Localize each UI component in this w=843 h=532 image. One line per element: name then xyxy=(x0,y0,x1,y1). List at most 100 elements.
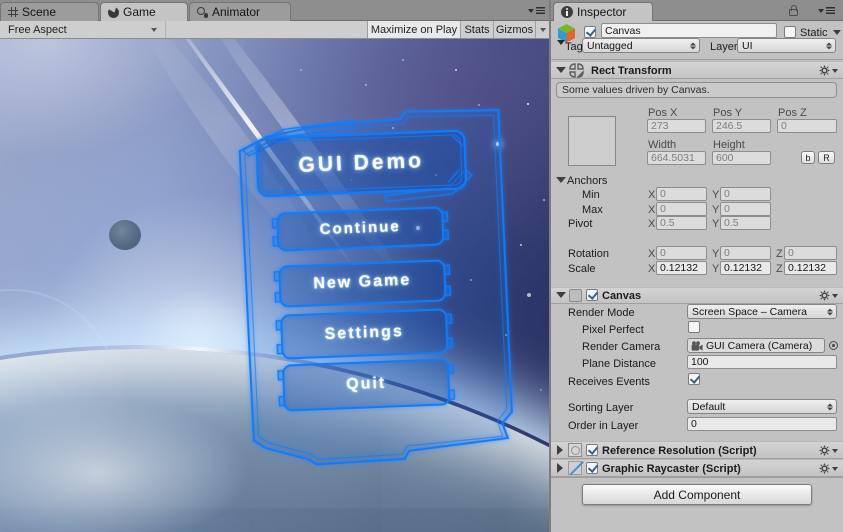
rotation-z-field[interactable]: 0 xyxy=(784,246,837,260)
game-toolbar: Free Aspect Maximize on Play Stats Gizmo… xyxy=(0,21,549,39)
receives-events-checkbox[interactable] xyxy=(688,373,700,385)
add-component-label: Add Component xyxy=(653,487,741,502)
reference-resolution-icon xyxy=(568,443,582,457)
sorting-layer-label: Sorting Layer xyxy=(568,402,634,414)
object-picker-icon[interactable] xyxy=(829,341,838,350)
anchor-preset-box[interactable] xyxy=(568,116,616,166)
order-in-layer-field[interactable]: 0 xyxy=(687,417,837,431)
animator-icon xyxy=(197,6,208,18)
foldout-icon[interactable] xyxy=(556,67,566,73)
stats-label: Stats xyxy=(464,23,490,36)
graphic-raycaster-title: Graphic Raycaster (Script) xyxy=(602,463,741,475)
tab-animator-label: Animator xyxy=(212,5,261,19)
game-tabbar-menu-icon[interactable] xyxy=(528,7,545,14)
plane-distance-label: Plane Distance xyxy=(582,358,656,370)
gear-icon[interactable] xyxy=(819,65,838,76)
raw-edit-mode-button[interactable]: R xyxy=(818,151,835,164)
pivot-x-field[interactable]: 0.5 xyxy=(656,216,707,230)
static-dropdown-arrow[interactable] xyxy=(833,30,841,35)
pos-x-field[interactable]: 273 xyxy=(647,119,706,133)
rotation-y-field[interactable]: 0 xyxy=(720,246,771,260)
layer-dropdown[interactable]: UI xyxy=(737,38,836,53)
anchor-petals-icon xyxy=(569,63,584,78)
tag-dropdown[interactable]: Untagged xyxy=(582,38,700,53)
tag-label: Tag xyxy=(565,41,583,53)
blueprint-mode-button[interactable]: b xyxy=(801,151,815,164)
sorting-layer-dropdown[interactable]: Default xyxy=(687,399,837,414)
plane-distance-field[interactable]: 100 xyxy=(687,355,837,369)
canvas-enabled-checkbox[interactable] xyxy=(586,289,598,301)
pos-z-field[interactable]: 0 xyxy=(777,119,837,133)
gizmos-label: Gizmos xyxy=(495,23,534,36)
rotation-x-field[interactable]: 0 xyxy=(656,246,707,260)
tab-inspector[interactable]: Inspector xyxy=(553,2,653,21)
lock-icon[interactable] xyxy=(789,5,798,16)
gear-icon[interactable] xyxy=(819,290,838,301)
render-mode-label: Render Mode xyxy=(568,307,635,319)
tab-game[interactable]: Game xyxy=(100,2,188,21)
camera-icon xyxy=(691,340,703,351)
foldout-icon[interactable] xyxy=(557,463,563,473)
height-field[interactable]: 600 xyxy=(712,151,771,165)
width-field[interactable]: 664.5031 xyxy=(647,151,706,165)
icon-picker-arrow xyxy=(557,40,565,45)
axis-y-label: Y xyxy=(712,189,720,201)
render-camera-label: Render Camera xyxy=(582,341,661,353)
render-camera-object-field[interactable]: GUI Camera (Camera) xyxy=(687,338,825,353)
inspector-tabbar: Inspector xyxy=(551,0,843,21)
dropdown-arrows-icon xyxy=(826,42,832,49)
gear-icon[interactable] xyxy=(819,463,838,474)
order-in-layer-label: Order in Layer xyxy=(568,420,639,432)
render-mode-dropdown[interactable]: Screen Space – Camera xyxy=(687,304,837,319)
foldout-icon[interactable] xyxy=(556,177,566,183)
gameobject-name-field[interactable]: Canvas xyxy=(601,23,777,38)
sorting-layer-value: Default xyxy=(692,400,726,413)
maximize-on-play-button[interactable]: Maximize on Play xyxy=(367,21,460,38)
foldout-icon[interactable] xyxy=(557,445,563,455)
aspect-dropdown[interactable]: Free Aspect xyxy=(0,21,166,38)
min-label: Min xyxy=(582,189,600,201)
inspector-panel: Inspector Canvas Static Tag Untagged Lay… xyxy=(551,0,843,532)
reference-resolution-checkbox[interactable] xyxy=(586,444,598,456)
axis-y-label: Y xyxy=(712,263,720,275)
aspect-dropdown-label: Free Aspect xyxy=(8,23,67,36)
reference-resolution-title: Reference Resolution (Script) xyxy=(602,445,757,457)
scale-z-field[interactable]: 0.12132 xyxy=(784,261,837,275)
tab-scene[interactable]: Scene xyxy=(0,2,99,21)
max-y-field[interactable]: 0 xyxy=(720,202,771,216)
pixel-perfect-checkbox[interactable] xyxy=(688,321,700,333)
foldout-icon[interactable] xyxy=(556,292,566,298)
chevron-down-icon xyxy=(151,27,157,32)
axis-z-label: Z xyxy=(776,263,783,275)
add-component-button[interactable]: Add Component xyxy=(582,484,812,505)
game-view-panel: Scene Game Animator Free Aspect Maximize… xyxy=(0,0,549,532)
pivot-y-field[interactable]: 0.5 xyxy=(720,216,771,230)
tab-game-label: Game xyxy=(123,5,156,19)
min-y-field[interactable]: 0 xyxy=(720,187,771,201)
axis-y-label: Y xyxy=(712,204,720,216)
gizmos-button[interactable]: Gizmos xyxy=(493,21,535,38)
axis-x-label: X xyxy=(648,263,656,275)
game-tabbar: Scene Game Animator xyxy=(0,0,549,21)
help-text: Some values driven by Canvas. xyxy=(562,84,710,96)
graphic-raycaster-checkbox[interactable] xyxy=(586,462,598,474)
static-checkbox[interactable] xyxy=(784,26,796,38)
scale-y-field[interactable]: 0.12132 xyxy=(720,261,771,275)
axis-x-label: X xyxy=(648,204,656,216)
graphic-raycaster-icon xyxy=(568,461,582,475)
rect-transform-title: Rect Transform xyxy=(591,65,672,77)
scale-label: Scale xyxy=(568,263,596,275)
pixel-perfect-label: Pixel Perfect xyxy=(582,324,644,336)
tab-animator[interactable]: Animator xyxy=(189,2,291,21)
axis-y-label: Y xyxy=(712,248,720,260)
gear-icon[interactable] xyxy=(819,445,838,456)
pos-y-field[interactable]: 246.5 xyxy=(712,119,771,133)
render-mode-value: Screen Space – Camera xyxy=(692,305,807,318)
inspector-menu-icon[interactable] xyxy=(818,7,835,14)
active-checkbox[interactable] xyxy=(584,26,596,38)
min-x-field[interactable]: 0 xyxy=(656,187,707,201)
gizmos-dropdown-arrow[interactable] xyxy=(535,21,549,38)
max-x-field[interactable]: 0 xyxy=(656,202,707,216)
stats-button[interactable]: Stats xyxy=(460,21,493,38)
scale-x-field[interactable]: 0.12132 xyxy=(656,261,707,275)
